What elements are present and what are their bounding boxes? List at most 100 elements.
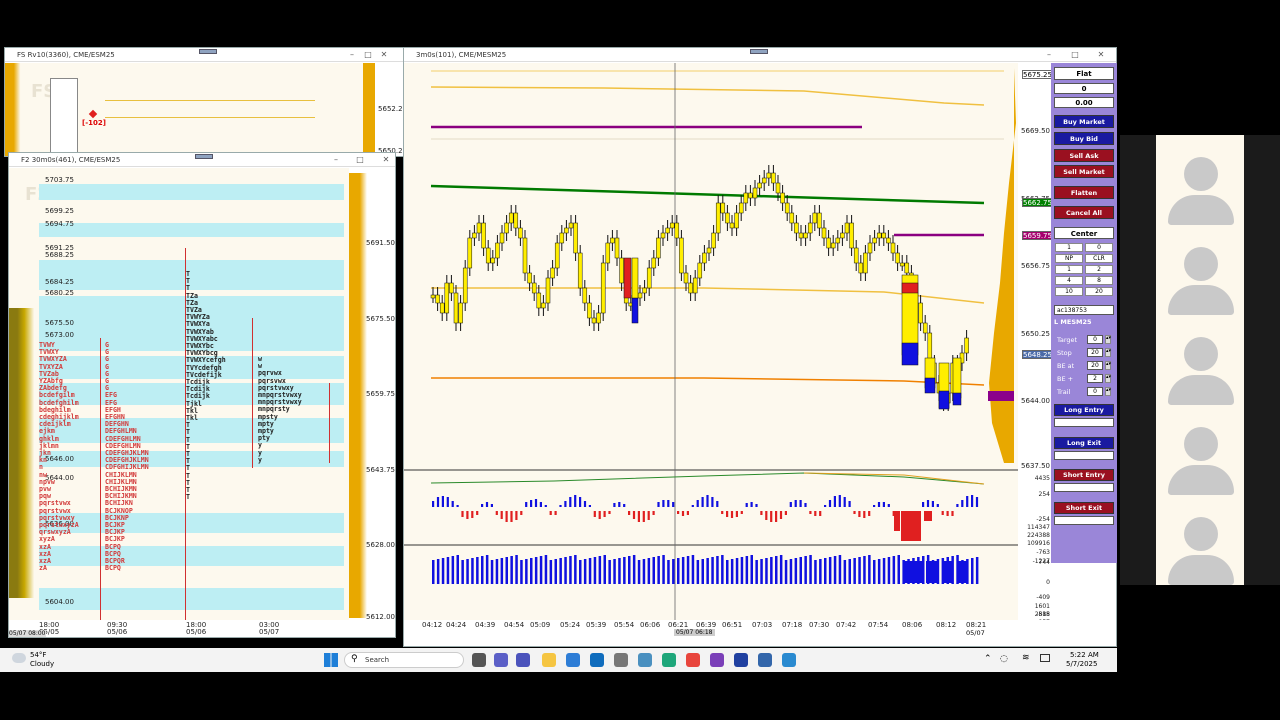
qty-cell[interactable]: 4 <box>1055 276 1083 285</box>
fs-window[interactable]: FS Rv10(3360), CME/ESM25 – □ ✕ FS [-102]… <box>4 47 408 157</box>
qty-cell[interactable]: 8 <box>1085 276 1113 285</box>
spinner-icon[interactable]: ▴▾ <box>1105 361 1111 370</box>
indicator-label: -254 <box>1036 516 1050 523</box>
main-chart-window[interactable]: 3m0s(101), CME/MESM25 – □ ✕ 5669.50 5656… <box>403 47 1117 647</box>
close-icon[interactable]: ✕ <box>1096 48 1106 62</box>
f2-tpo-plot[interactable]: F2 5703.75 5699.25 5694.75 5691.25 5688.25 56… <box>9 168 349 620</box>
long-entry-button[interactable]: Long Entry <box>1054 404 1114 416</box>
sell-ask-button[interactable]: Sell Ask <box>1054 149 1114 162</box>
clock-date[interactable]: 5/7/2025 <box>1066 660 1097 668</box>
close-icon[interactable]: ✕ <box>379 48 389 62</box>
qty-cell[interactable]: CLR <box>1085 254 1113 263</box>
edge-icon[interactable] <box>662 653 676 667</box>
wifi-icon[interactable]: ≋ <box>1022 653 1030 663</box>
param-value-input[interactable]: 20 <box>1087 348 1103 357</box>
settings-icon[interactable] <box>614 653 628 667</box>
indicator-label: -818 <box>1036 611 1050 618</box>
clock-time[interactable]: 5:22 AM <box>1070 651 1099 659</box>
minimize-icon[interactable]: – <box>1044 48 1054 62</box>
f2-drag-grip[interactable] <box>195 154 213 159</box>
spinner-icon[interactable]: ▴▾ <box>1105 387 1111 396</box>
qty-cell[interactable]: NP <box>1055 254 1083 263</box>
qty-cell[interactable]: 1 <box>1055 243 1083 252</box>
date-label: 05/07 <box>966 629 985 637</box>
entry-order-select[interactable] <box>1054 418 1114 427</box>
minimize-icon[interactable]: – <box>331 153 341 167</box>
cancel-all-button[interactable]: Cancel All <box>1054 206 1114 219</box>
short-exit-button[interactable]: Short Exit <box>1054 502 1114 514</box>
participant-avatar <box>1156 495 1244 585</box>
indicator-label: 1601 <box>1034 603 1050 610</box>
battery-icon[interactable] <box>1040 654 1050 662</box>
main-title: 3m0s(101), CME/MESM25 <box>416 51 507 59</box>
main-time-tick: 07:30 <box>809 621 830 629</box>
file-explorer-icon[interactable] <box>542 653 556 667</box>
network-icon[interactable]: ◌ <box>1000 654 1008 664</box>
flatten-button[interactable]: Flatten <box>1054 186 1114 199</box>
qty-cell[interactable]: 0 <box>1085 243 1113 252</box>
buy-market-button[interactable]: Buy Market <box>1054 115 1114 128</box>
maximize-icon[interactable]: □ <box>1070 48 1080 62</box>
start-icon[interactable] <box>324 653 338 667</box>
weather-icon[interactable] <box>12 653 26 663</box>
entry-order-select[interactable] <box>1054 483 1114 492</box>
app-icon[interactable] <box>638 653 652 667</box>
main-time-tick: 05:09 <box>530 621 551 629</box>
qty-cell[interactable]: 1 <box>1055 265 1083 274</box>
account-select[interactable]: ac138753 <box>1054 305 1114 315</box>
spinner-icon[interactable]: ▴▾ <box>1105 374 1111 383</box>
entry-order-select[interactable] <box>1054 516 1114 525</box>
param-label: BE at <box>1057 362 1075 370</box>
search-box[interactable]: ⚲ Search <box>344 652 464 668</box>
spinner-icon[interactable]: ▴▾ <box>1105 335 1111 344</box>
center-button[interactable]: Center <box>1054 227 1114 239</box>
outlook-icon[interactable] <box>590 653 604 667</box>
param-value-input[interactable]: 2 <box>1087 374 1103 383</box>
store-icon[interactable] <box>566 653 580 667</box>
f2-price-axis[interactable]: 5691.50 5675.50 5659.75 5643.75 5628.00 5612.… <box>349 168 395 621</box>
main-price-axis[interactable]: 5669.50 5662.75 5656.75 5650.25 5644.00 5637.… <box>1018 63 1052 638</box>
fs-drag-grip[interactable] <box>199 49 217 54</box>
main-time-tick: 06:21 <box>668 621 689 629</box>
tpo-level-label: 5699.25 <box>45 207 74 215</box>
trading-app-icon[interactable] <box>734 653 748 667</box>
maximize-icon[interactable]: □ <box>363 48 373 62</box>
main-chart-svg[interactable] <box>404 63 1052 638</box>
param-value-input[interactable]: 20 <box>1087 361 1103 370</box>
short-entry-button[interactable]: Short Entry <box>1054 469 1114 481</box>
buy-bid-button[interactable]: Buy Bid <box>1054 132 1114 145</box>
tpo-column-3: T T T TZa TZa TVZa TVWYZa TVWXYa TVWXYab… <box>186 270 226 502</box>
qty-cell[interactable]: 2 <box>1085 265 1113 274</box>
teams-icon[interactable] <box>516 653 530 667</box>
param-value-input[interactable]: 0 <box>1087 335 1103 344</box>
entry-order-select[interactable] <box>1054 451 1114 460</box>
app2-icon[interactable] <box>782 653 796 667</box>
f2-window[interactable]: F2 30m0s(461), CME/ESM25 – □ ✕ F2 5703.7… <box>8 152 396 638</box>
widgets-icon[interactable] <box>494 653 508 667</box>
sell-market-button[interactable]: Sell Market <box>1054 165 1114 178</box>
close-icon[interactable]: ✕ <box>381 153 391 167</box>
main-drag-grip[interactable] <box>750 49 768 54</box>
symbol-label: L MESM25 <box>1054 318 1092 326</box>
minimize-icon[interactable]: – <box>347 48 357 62</box>
chrome-icon[interactable] <box>686 653 700 667</box>
f2-left-profile <box>9 308 37 598</box>
task-view-icon[interactable] <box>472 653 486 667</box>
maximize-icon[interactable]: □ <box>355 153 365 167</box>
main-time-tick: 07:42 <box>836 621 857 629</box>
visual-studio-icon[interactable] <box>710 653 724 667</box>
chevron-up-icon[interactable]: ⌃ <box>984 654 992 664</box>
long-exit-button[interactable]: Long Exit <box>1054 437 1114 449</box>
qty-cell[interactable]: 20 <box>1085 287 1113 296</box>
fs-plot[interactable]: FS [-102] <box>5 63 363 156</box>
qty-cell[interactable]: 10 <box>1055 287 1083 296</box>
f2-price-label: 5691.50 <box>366 239 395 247</box>
fs-price-axis[interactable]: 5652.25 5650.25 <box>363 63 407 156</box>
indicator-label: 0 <box>1046 579 1050 586</box>
main-time-tick: 04:24 <box>446 621 467 629</box>
param-value-input[interactable]: 0 <box>1087 387 1103 396</box>
spinner-icon[interactable]: ▴▾ <box>1105 348 1111 357</box>
window-icon[interactable] <box>758 653 772 667</box>
main-time-tick: 05:39 <box>586 621 607 629</box>
f2-price-label: 5643.75 <box>366 466 395 474</box>
